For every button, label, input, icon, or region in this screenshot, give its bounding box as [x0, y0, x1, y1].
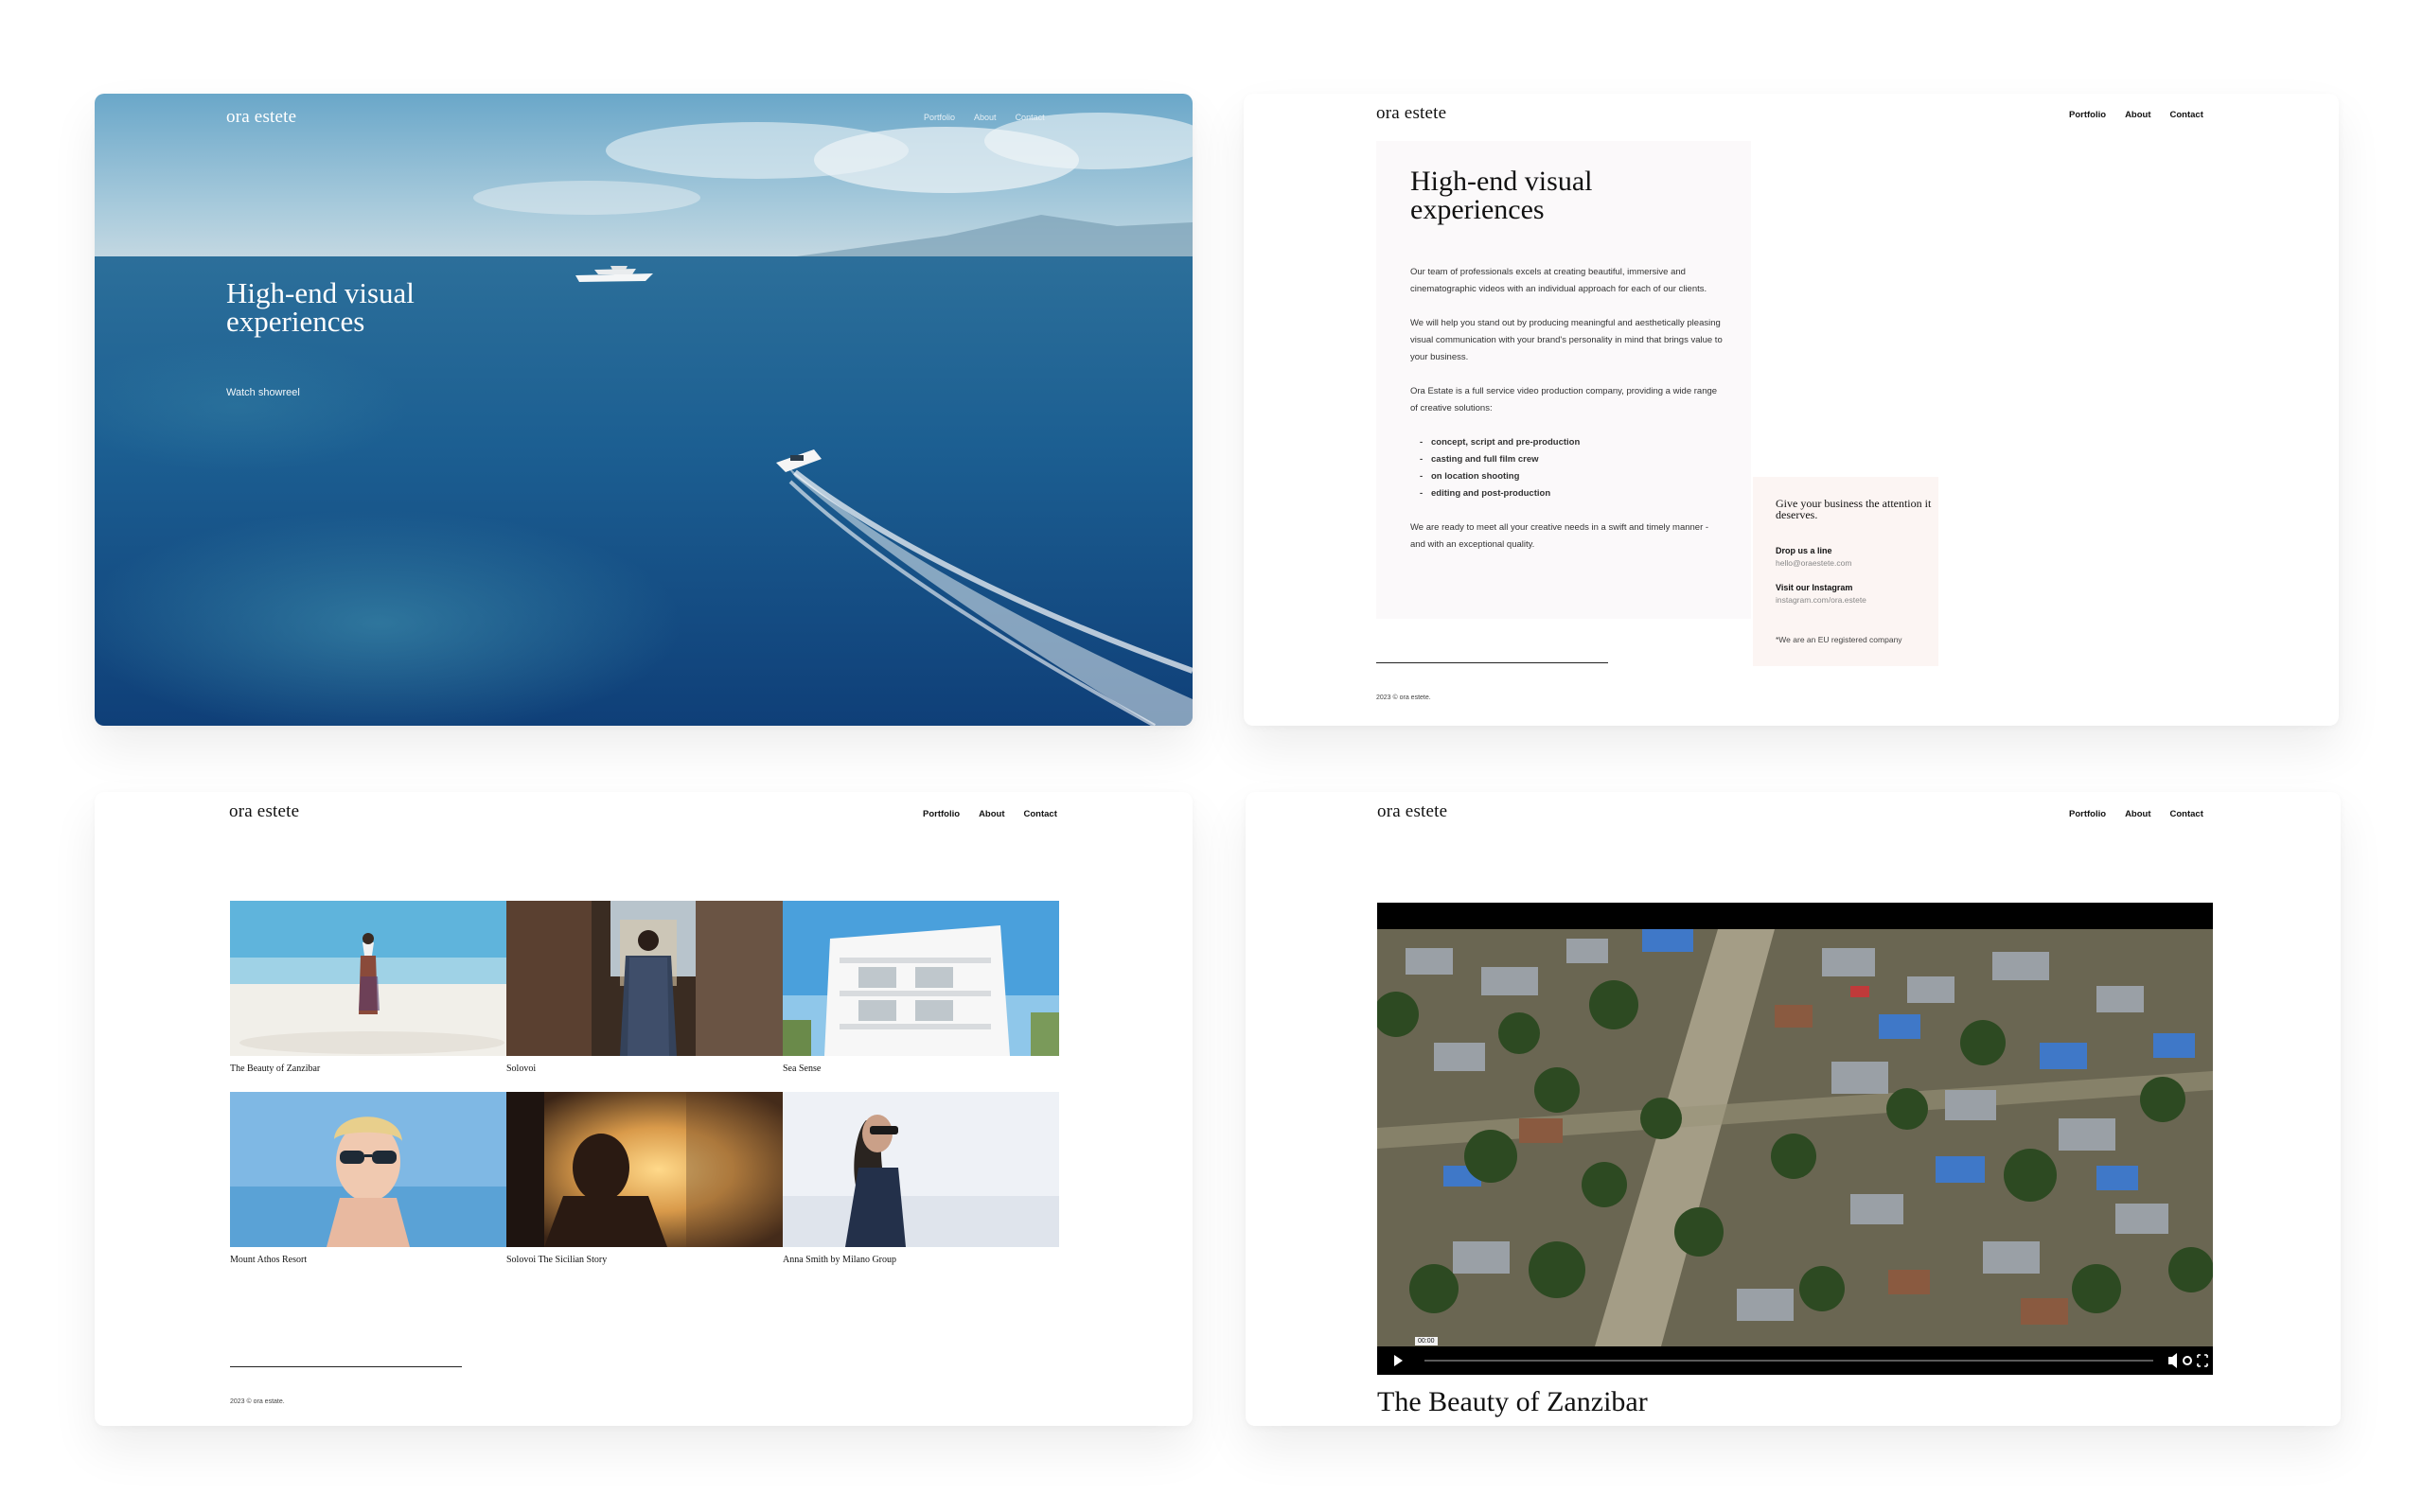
about-closing: We are ready to meet all your creative n…	[1410, 522, 1709, 550]
video-title: The Beauty of Zanzibar	[1377, 1386, 1648, 1417]
nav-about[interactable]: About	[979, 809, 1004, 819]
hero-screen: ora estete Portfolio About Contact High-…	[95, 94, 1193, 726]
thumbnail-image	[230, 901, 506, 1056]
contact-title: Give your business the attention it dese…	[1776, 497, 1932, 521]
video-frame	[1377, 929, 2213, 1346]
about-body: Our team of professionals excels at crea…	[1410, 264, 1723, 571]
portfolio-screen: ora estete Portfolio About Contact The B…	[95, 792, 1193, 1426]
nav-about[interactable]: About	[2125, 110, 2150, 120]
nav-portfolio[interactable]: Portfolio	[923, 809, 960, 819]
thumbnail-image	[506, 1092, 783, 1247]
fullscreen-icon[interactable]	[2197, 1354, 2208, 1367]
nav-contact[interactable]: Contact	[2170, 809, 2203, 819]
service-item: casting and full film crew	[1420, 451, 1723, 468]
play-icon[interactable]	[1394, 1355, 1403, 1366]
video-controls: 00:00	[1377, 1337, 2213, 1375]
about-paragraph: Ora Estate is a full service video produ…	[1410, 386, 1718, 413]
portfolio-item-title: Sea Sense	[783, 1064, 822, 1074]
thumbnail-image	[230, 1092, 506, 1247]
about-paragraph: Our team of professionals excels at crea…	[1410, 267, 1707, 294]
portfolio-item[interactable]: Anna Smith by Milano Group	[783, 1092, 1059, 1270]
portfolio-grid: The Beauty of Zanzibar Solovoi Sea Sense…	[230, 901, 1059, 1270]
service-item: on location shooting	[1420, 468, 1723, 485]
hero-background-video	[95, 94, 1193, 726]
about-paragraph: We will help you stand out by producing …	[1410, 318, 1723, 362]
nav-contact[interactable]: Contact	[1024, 809, 1057, 819]
brand-logo[interactable]: ora estete	[226, 107, 296, 128]
video-player[interactable]: 00:00	[1377, 903, 2213, 1375]
copyright: 2023 © ora estete.	[1376, 694, 1431, 701]
contact-box: Give your business the attention it dese…	[1753, 477, 1938, 666]
portfolio-item[interactable]: Solovoi The Sicilian Story	[506, 1092, 783, 1270]
service-item: concept, script and pre-production	[1420, 434, 1723, 451]
thumbnail-image	[783, 901, 1059, 1056]
settings-icon[interactable]	[2183, 1356, 2192, 1365]
nav-portfolio[interactable]: Portfolio	[2069, 110, 2106, 120]
portfolio-item-title: Solovoi The Sicilian Story	[506, 1255, 608, 1265]
eu-note: *We are an EU registered company	[1776, 635, 1902, 644]
thumbnail-image	[506, 901, 783, 1056]
portfolio-item[interactable]: Mount Athos Resort	[230, 1092, 506, 1270]
nav-portfolio[interactable]: Portfolio	[924, 113, 955, 122]
thumbnail-image	[783, 1092, 1059, 1247]
brand-logo[interactable]: ora estete	[1376, 103, 1446, 124]
nav-portfolio[interactable]: Portfolio	[2069, 809, 2106, 819]
instagram-label: Visit our Instagram	[1776, 583, 1853, 592]
watch-showreel-link[interactable]: Watch showreel	[226, 387, 300, 398]
portfolio-item[interactable]: The Beauty of Zanzibar	[230, 901, 506, 1079]
service-item: editing and post-production	[1420, 485, 1723, 502]
hero-title: High-end visual experiences	[226, 276, 415, 338]
portfolio-item-title: Mount Athos Resort	[230, 1255, 308, 1265]
video-screen: ora estete Portfolio About Contact 00:00…	[1246, 792, 2341, 1426]
about-title: High-end visual experiences	[1410, 166, 1593, 225]
nav-contact[interactable]: Contact	[1016, 113, 1045, 122]
email-label: Drop us a line	[1776, 546, 1832, 555]
portfolio-item-title: Anna Smith by Milano Group	[783, 1255, 896, 1265]
video-time: 00:00	[1415, 1337, 1438, 1345]
about-panel: High-end visual experiences Our team of …	[1376, 141, 1751, 619]
brand-logo[interactable]: ora estete	[229, 801, 299, 822]
services-list: concept, script and pre-production casti…	[1410, 434, 1723, 502]
instagram-link[interactable]: instagram.com/ora.estete	[1776, 595, 1866, 605]
main-nav: Portfolio About Contact	[923, 809, 1057, 819]
copyright: 2023 © ora estate.	[230, 1398, 285, 1405]
volume-icon[interactable]	[2168, 1353, 2177, 1368]
main-nav: Portfolio About Contact	[924, 113, 1045, 122]
progress-track[interactable]	[1424, 1360, 2153, 1362]
brand-logo[interactable]: ora estete	[1377, 801, 1447, 822]
footer-divider	[230, 1366, 462, 1367]
portfolio-item[interactable]: Sea Sense	[783, 901, 1059, 1079]
portfolio-item-title: Solovoi	[506, 1064, 537, 1074]
nav-about[interactable]: About	[974, 113, 997, 122]
nav-about[interactable]: About	[2125, 809, 2150, 819]
footer-divider	[1376, 662, 1608, 663]
main-nav: Portfolio About Contact	[2069, 110, 2203, 120]
email-link[interactable]: hello@oraestete.com	[1776, 558, 1851, 568]
nav-contact[interactable]: Contact	[2170, 110, 2203, 120]
portfolio-item-title: The Beauty of Zanzibar	[230, 1064, 321, 1074]
main-nav: Portfolio About Contact	[2069, 809, 2203, 819]
about-screen: ora estete Portfolio About Contact High-…	[1244, 94, 2339, 726]
portfolio-item[interactable]: Solovoi	[506, 901, 783, 1079]
